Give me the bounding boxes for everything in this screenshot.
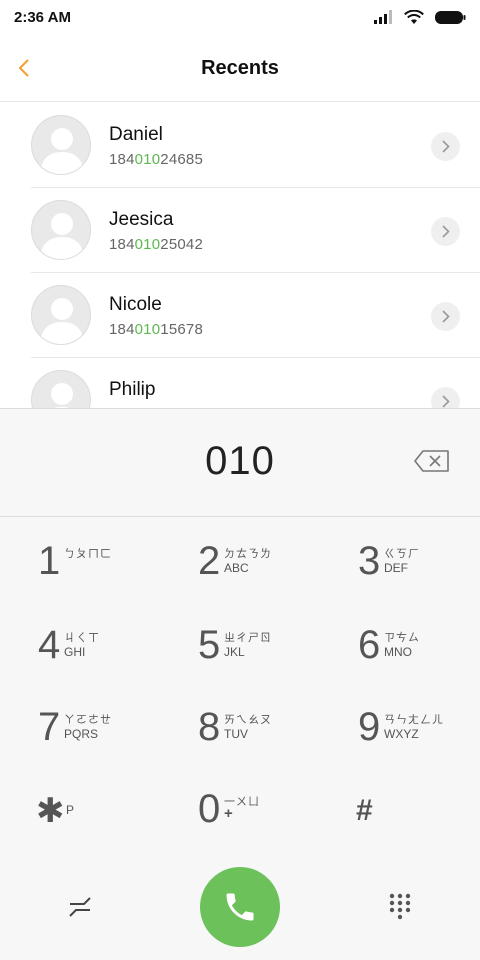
- person-icon: [40, 298, 84, 344]
- key-digit: 9: [358, 705, 381, 749]
- key-digit: 7: [38, 705, 61, 749]
- recent-row-nicole[interactable]: Nicole 18401015678: [0, 273, 480, 358]
- key-bopomofo: ㄅㄆㄇㄈ: [64, 548, 112, 560]
- keypad-toggle-icon: [69, 897, 91, 917]
- key-bopomofo: ㄐㄑㄒ: [64, 632, 100, 644]
- chevron-right-icon: [441, 225, 450, 238]
- signal-icon: [374, 10, 392, 24]
- call-button[interactable]: [200, 867, 280, 947]
- person-icon: [40, 213, 84, 259]
- recent-row-philip[interactable]: Philip: [0, 358, 480, 408]
- key-digit: 1: [38, 539, 61, 583]
- key-9[interactable]: 9 ㄢㄣㄤㄥㄦ WXYZ: [358, 705, 478, 765]
- key-letters: GHI: [64, 645, 86, 659]
- details-button[interactable]: [431, 302, 460, 331]
- backspace-button[interactable]: [412, 447, 452, 475]
- key-3[interactable]: 3 ㄍㄎㄏ DEF: [358, 539, 478, 599]
- dialer-bottom-bar: [0, 861, 480, 960]
- key-star[interactable]: ✱ P: [36, 787, 156, 847]
- key-letters: JKL: [224, 645, 245, 659]
- chevron-right-icon: [441, 140, 450, 153]
- dialer-panel: 010 1 ㄅㄆㄇㄈ 2 ㄉㄊㄋㄌ ABC 3 ㄍㄎㄏ DEF 4 ㄐㄑㄒ GH…: [0, 408, 480, 960]
- backspace-icon: [414, 450, 449, 472]
- key-bopomofo: ㄚㄛㄜㄝ: [64, 714, 112, 726]
- key-digit: 6: [358, 623, 381, 667]
- recents-list[interactable]: Daniel 18401024685 Jeesica 18401025042 N…: [0, 103, 480, 408]
- contact-name: Daniel: [109, 124, 163, 145]
- person-icon: [51, 383, 73, 408]
- key-7[interactable]: 7 ㄚㄛㄜㄝ PQRS: [38, 705, 158, 765]
- key-letters: MNO: [384, 645, 412, 659]
- key-1[interactable]: 1 ㄅㄆㄇㄈ: [38, 539, 158, 599]
- contact-name: Nicole: [109, 294, 162, 315]
- recent-row-jeesica[interactable]: Jeesica 18401025042: [0, 188, 480, 273]
- dialed-number[interactable]: 010: [0, 439, 480, 484]
- contact-number: 18401025042: [109, 236, 203, 253]
- battery-icon: [435, 10, 466, 24]
- key-6[interactable]: 6 ㄗㄘㄙ MNO: [358, 623, 478, 683]
- key-digit: ✱: [36, 792, 65, 830]
- key-digit: 5: [198, 623, 221, 667]
- key-letters: P: [66, 803, 75, 817]
- avatar: [31, 285, 91, 345]
- status-time: 2:36 AM: [14, 9, 71, 26]
- key-bopomofo: ㄢㄣㄤㄥㄦ: [384, 714, 444, 726]
- avatar: [31, 115, 91, 175]
- key-bopomofo: ㄓㄔㄕㄖ: [224, 632, 272, 644]
- chevron-right-icon: [441, 395, 450, 408]
- key-4[interactable]: 4 ㄐㄑㄒ GHI: [38, 623, 158, 683]
- person-icon: [40, 128, 84, 174]
- key-2[interactable]: 2 ㄉㄊㄋㄌ ABC: [198, 539, 318, 599]
- key-bopomofo: ㄗㄘㄙ: [384, 632, 420, 644]
- avatar: [31, 200, 91, 260]
- contact-number: 18401015678: [109, 321, 203, 338]
- key-0[interactable]: 0 一ㄨㄩ +: [198, 787, 318, 847]
- details-button[interactable]: [431, 132, 460, 161]
- contact-name: Philip: [109, 379, 156, 400]
- key-digit: 0: [198, 787, 221, 831]
- key-8[interactable]: 8 ㄞㄟㄠㄡ TUV: [198, 705, 318, 765]
- wifi-icon: [404, 9, 424, 24]
- page-title: Recents: [201, 57, 279, 79]
- keypad-menu-button[interactable]: [388, 892, 412, 922]
- key-digit: 2: [198, 539, 221, 583]
- key-bopomofo: ㄞㄟㄠㄡ: [224, 714, 272, 726]
- key-digit: 8: [198, 705, 221, 749]
- key-letters: DEF: [384, 561, 408, 575]
- recent-row-daniel[interactable]: Daniel 18401024685: [0, 103, 480, 188]
- key-hash[interactable]: #: [356, 787, 476, 847]
- collapse-keypad-button[interactable]: [68, 895, 92, 919]
- phone-icon: [226, 893, 254, 921]
- key-5[interactable]: 5 ㄓㄔㄕㄖ JKL: [198, 623, 318, 683]
- key-bopomofo: ㄉㄊㄋㄌ: [224, 548, 272, 560]
- key-letters: ABC: [224, 561, 249, 575]
- key-letters: TUV: [224, 727, 248, 741]
- dial-display: 010: [0, 409, 480, 517]
- key-digit: 3: [358, 539, 381, 583]
- header: Recents: [0, 34, 480, 102]
- status-icons: [374, 8, 466, 26]
- contact-number: 18401024685: [109, 151, 203, 168]
- avatar: [31, 370, 91, 408]
- dialpad-icon: [389, 893, 411, 920]
- details-button[interactable]: [431, 217, 460, 246]
- chevron-right-icon: [441, 310, 450, 323]
- key-digit: 4: [38, 623, 61, 667]
- details-button[interactable]: [431, 387, 460, 408]
- key-plus: +: [224, 805, 233, 822]
- key-letters: WXYZ: [384, 727, 419, 741]
- key-digit: #: [356, 794, 373, 827]
- status-bar: 2:36 AM: [0, 0, 480, 34]
- key-letters: PQRS: [64, 727, 99, 741]
- key-bopomofo: ㄍㄎㄏ: [384, 548, 420, 560]
- contact-name: Jeesica: [109, 209, 174, 230]
